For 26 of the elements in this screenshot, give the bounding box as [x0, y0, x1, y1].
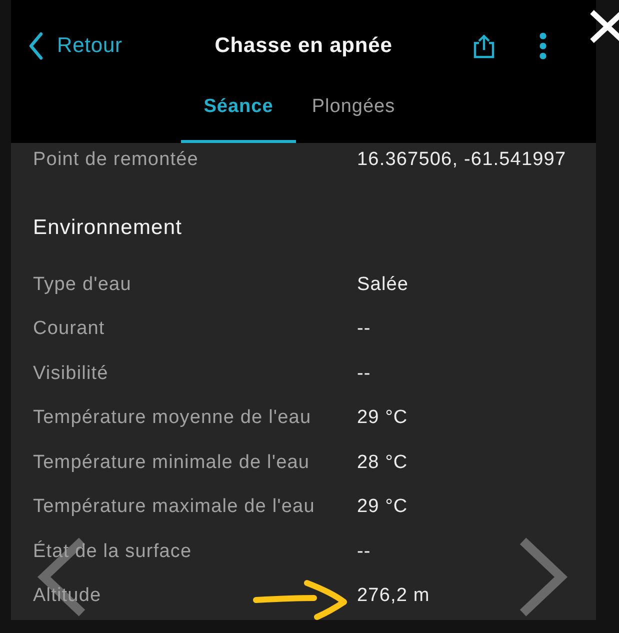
field-value: 28 °C	[357, 452, 408, 474]
field-value: 29 °C	[357, 407, 408, 429]
field-label: Type d'eau	[33, 274, 132, 296]
field-value: Salée	[357, 274, 409, 296]
section-heading: Environnement	[33, 217, 184, 240]
field-label: Température minimale de l'eau	[33, 452, 311, 474]
more-options-icon[interactable]	[539, 32, 547, 60]
field-label: Altitude	[33, 585, 102, 607]
field-label: État de la surface	[33, 540, 193, 562]
field-value: --	[357, 362, 371, 384]
close-icon[interactable]	[588, 8, 619, 44]
field-label: Température maximale de l'eau	[33, 496, 316, 518]
field-label: Point de remontée	[33, 149, 200, 171]
back-button[interactable]: Retour	[28, 32, 122, 60]
field-value: 276,2 m	[357, 585, 430, 607]
field-value: --	[357, 540, 371, 562]
field-label: Température moyenne de l'eau	[33, 407, 312, 429]
field-value: --	[357, 318, 371, 340]
field-label: Visibilité	[33, 362, 110, 384]
tab[interactable]: Plongées	[296, 89, 411, 143]
share-icon[interactable]	[473, 33, 495, 59]
chevron-left-icon	[28, 32, 44, 60]
screen-title: Chasse en apnée	[214, 33, 392, 59]
field-value: 16.367506, -61.541997	[357, 149, 566, 171]
field-label: Courant	[33, 318, 106, 340]
field-value: 29 °C	[357, 496, 408, 518]
